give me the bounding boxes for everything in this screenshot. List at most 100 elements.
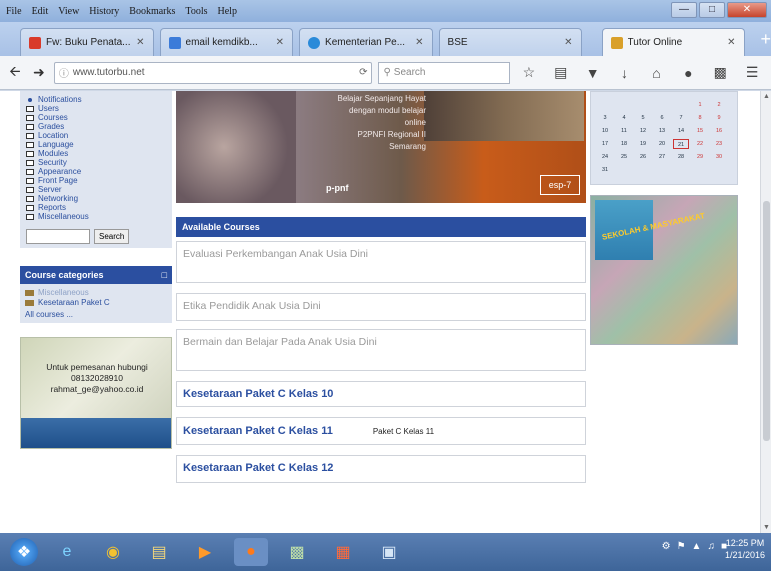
- collapse-icon[interactable]: □: [162, 270, 167, 280]
- calendar-day[interactable]: 4: [616, 113, 632, 123]
- menu-edit[interactable]: Edit: [32, 6, 49, 17]
- calendar-day[interactable]: 24: [597, 152, 613, 162]
- reload-icon[interactable]: ⟳: [359, 67, 367, 78]
- new-tab-icon[interactable]: +: [761, 29, 771, 50]
- all-courses-link[interactable]: All courses ...: [25, 310, 167, 319]
- start-icon[interactable]: ❖: [10, 538, 38, 566]
- calendar-day[interactable]: 16: [711, 126, 727, 136]
- tab-kementerian[interactable]: Kementerian Pe... ✕: [299, 28, 433, 56]
- calendar-day[interactable]: 17: [597, 139, 613, 149]
- admin-search-input[interactable]: [26, 229, 90, 244]
- scroll-thumb[interactable]: [763, 201, 770, 441]
- tab-tutor-online[interactable]: Tutor Online ✕: [601, 28, 745, 56]
- chrome-icon[interactable]: ◉: [96, 538, 130, 566]
- admin-item-reports[interactable]: Reports: [26, 203, 166, 212]
- bookmark-star-icon[interactable]: ☆: [516, 64, 542, 81]
- admin-search-button[interactable]: Search: [94, 229, 130, 244]
- course-title[interactable]: Etika Pendidik Anak Usia Dini: [183, 300, 321, 312]
- course-item[interactable]: Kesetaraan Paket C Kelas 10: [176, 381, 586, 407]
- network-icon[interactable]: ▲: [692, 541, 702, 552]
- calendar-day[interactable]: 6: [654, 113, 670, 123]
- calendar-day[interactable]: 18: [616, 139, 632, 149]
- admin-item-users[interactable]: Users: [26, 104, 166, 113]
- admin-item-security[interactable]: Security: [26, 158, 166, 167]
- calendar-day[interactable]: 28: [673, 152, 689, 162]
- course-title[interactable]: Kesetaraan Paket C Kelas 12: [183, 462, 333, 474]
- book-promo[interactable]: SEKOLAH & MASYARAKAT: [590, 195, 738, 345]
- course-title[interactable]: Kesetaraan Paket C Kelas 10: [183, 388, 333, 400]
- menu-bookmarks[interactable]: Bookmarks: [129, 6, 175, 17]
- admin-item-miscellaneous[interactable]: Miscellaneous: [26, 212, 166, 221]
- calendar-day[interactable]: 30: [711, 152, 727, 162]
- back-icon[interactable]: 🡨: [6, 61, 24, 85]
- scroll-up-icon[interactable]: ▲: [761, 93, 771, 100]
- admin-item-appearance[interactable]: Appearance: [26, 167, 166, 176]
- admin-item-front-page[interactable]: Front Page: [26, 176, 166, 185]
- tab-email-kemdikb[interactable]: email kemdikb... ✕: [159, 28, 294, 56]
- calendar-day[interactable]: 13: [654, 126, 670, 136]
- calendar-day[interactable]: 26: [635, 152, 651, 162]
- calendar-day[interactable]: 27: [654, 152, 670, 162]
- calendar-day[interactable]: 31: [597, 165, 613, 175]
- menu-help[interactable]: Help: [218, 6, 237, 17]
- calendar-day[interactable]: 14: [673, 126, 689, 136]
- admin-item-location[interactable]: Location: [26, 131, 166, 140]
- calendar-day[interactable]: 5: [635, 113, 651, 123]
- calendar-day[interactable]: 19: [635, 139, 651, 149]
- clock[interactable]: 12:25 PM 1/21/2016: [725, 537, 765, 561]
- menu-view[interactable]: View: [58, 6, 79, 17]
- reading-list-icon[interactable]: ▤: [548, 64, 574, 81]
- download-icon[interactable]: ↓: [612, 65, 638, 81]
- tray-icon[interactable]: ⚙: [662, 541, 671, 552]
- calendar-day[interactable]: 22: [692, 139, 708, 149]
- tab-bse[interactable]: BSE ✕: [438, 28, 582, 56]
- calendar-day[interactable]: 9: [711, 113, 727, 123]
- calendar-day[interactable]: 2: [711, 100, 727, 110]
- calendar-day[interactable]: 20: [654, 139, 670, 149]
- category-item[interactable]: Kesetaraan Paket C: [25, 298, 167, 308]
- firefox-icon[interactable]: ●: [234, 538, 268, 566]
- calendar-day[interactable]: 11: [616, 126, 632, 136]
- course-item[interactable]: Kesetaraan Paket C Kelas 11 Paket C Kela…: [176, 417, 586, 445]
- scroll-down-icon[interactable]: ▼: [761, 524, 771, 531]
- category-item[interactable]: Miscellaneous: [25, 288, 167, 298]
- addon-icon[interactable]: ▩: [707, 64, 733, 81]
- internet-explorer-icon[interactable]: e: [50, 538, 84, 566]
- chat-icon[interactable]: ●: [675, 65, 701, 81]
- calendar-day[interactable]: 1: [692, 100, 708, 110]
- calendar-day[interactable]: 15: [692, 126, 708, 136]
- media-player-icon[interactable]: ▶: [188, 538, 222, 566]
- course-title[interactable]: Kesetaraan Paket C Kelas 11: [183, 425, 333, 438]
- tray-icon[interactable]: ⚑: [677, 541, 686, 552]
- calendar-day[interactable]: 10: [597, 126, 613, 136]
- url-bar[interactable]: ⓘ www.tutorbu.net ⟳: [53, 61, 373, 84]
- course-item[interactable]: Evaluasi Perkembangan Anak Usia Dini: [176, 241, 586, 283]
- close-tab-icon[interactable]: ✕: [276, 37, 284, 48]
- calendar-day[interactable]: 7: [673, 113, 689, 123]
- forward-icon[interactable]: ➜: [30, 64, 48, 81]
- course-title[interactable]: Bermain dan Belajar Pada Anak Usia Dini: [183, 336, 377, 348]
- course-item[interactable]: Etika Pendidik Anak Usia Dini: [176, 293, 586, 321]
- calendar-day[interactable]: 12: [635, 126, 651, 136]
- site-identity-icon[interactable]: ⓘ: [59, 65, 69, 80]
- paint-icon[interactable]: ▩: [280, 538, 314, 566]
- admin-item-language[interactable]: Language: [26, 140, 166, 149]
- menu-icon[interactable]: ☰: [739, 64, 765, 81]
- menu-file[interactable]: File: [6, 6, 22, 17]
- calendar-day[interactable]: 8: [692, 113, 708, 123]
- calendar-day[interactable]: 23: [711, 139, 727, 149]
- image-viewer-icon[interactable]: ▣: [372, 538, 406, 566]
- calendar-day[interactable]: 29: [692, 152, 708, 162]
- admin-item-grades[interactable]: Grades: [26, 122, 166, 131]
- close-tab-icon[interactable]: ✕: [727, 37, 735, 48]
- menu-history[interactable]: History: [89, 6, 119, 17]
- admin-item-modules[interactable]: Modules: [26, 149, 166, 158]
- admin-item-notifications[interactable]: Notifications: [26, 95, 166, 104]
- close-tab-icon[interactable]: ✕: [415, 37, 423, 48]
- admin-item-networking[interactable]: Networking: [26, 194, 166, 203]
- menu-tools[interactable]: Tools: [185, 6, 207, 17]
- calendar-day[interactable]: 21: [673, 139, 689, 149]
- course-title[interactable]: Evaluasi Perkembangan Anak Usia Dini: [183, 248, 368, 260]
- calendar-day[interactable]: 25: [616, 152, 632, 162]
- pocket-icon[interactable]: ▼: [580, 65, 606, 81]
